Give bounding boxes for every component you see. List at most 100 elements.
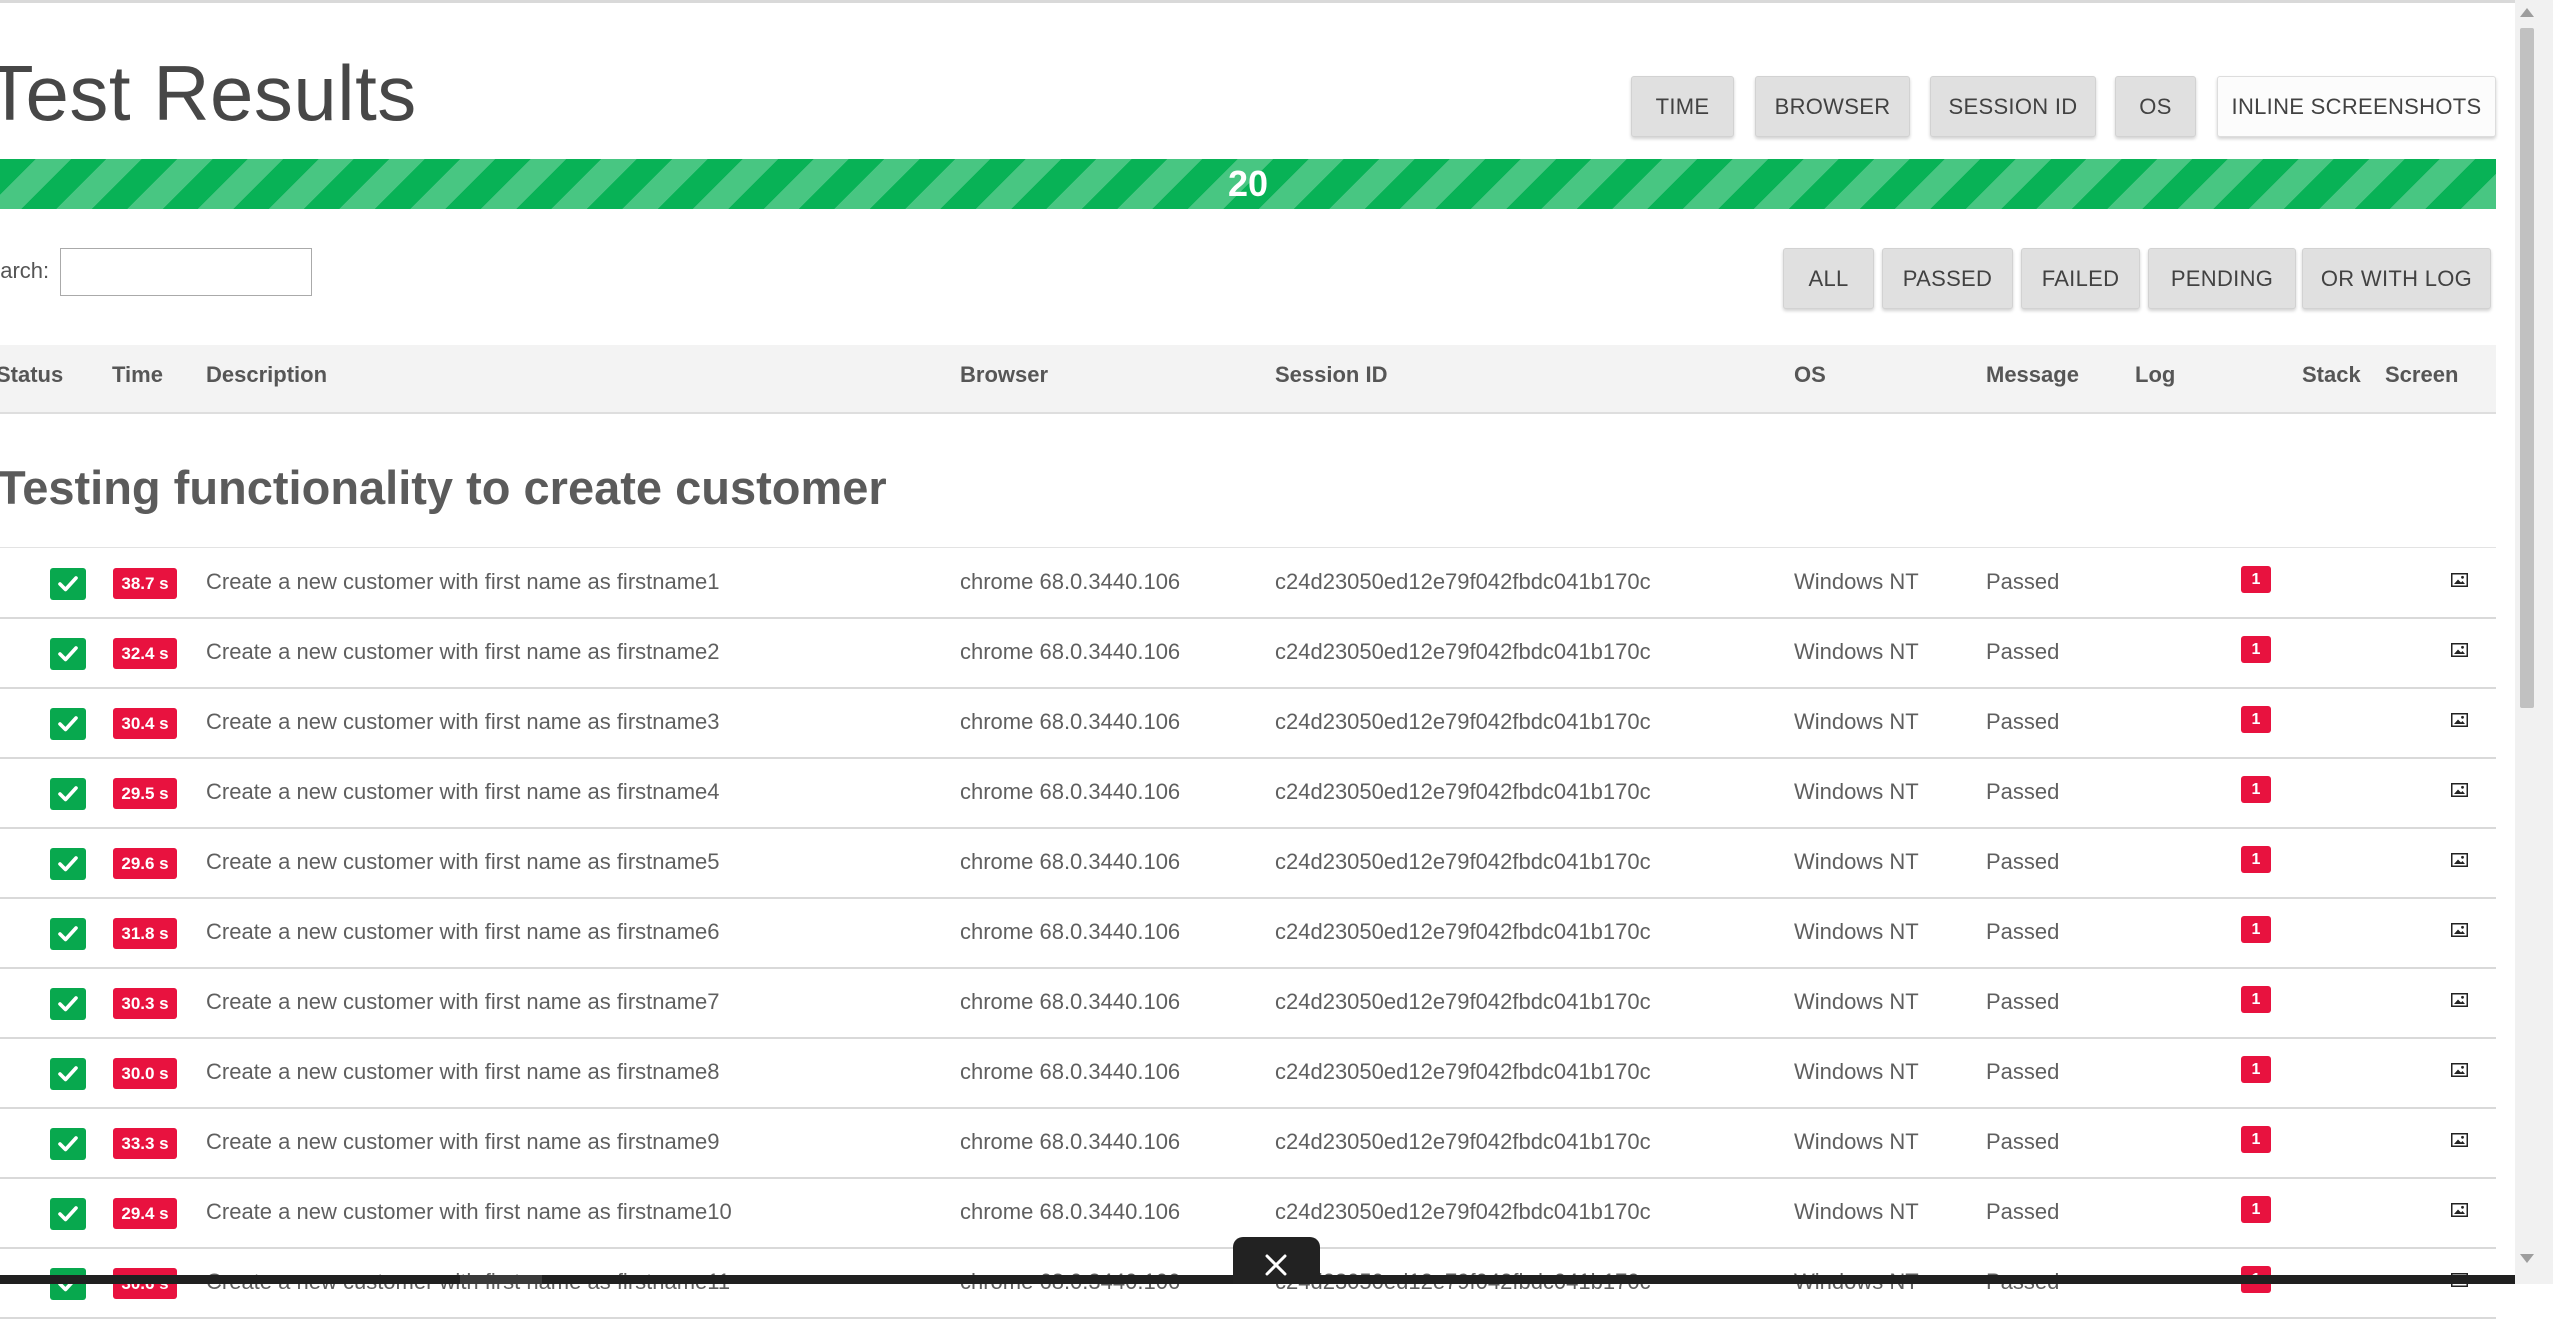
test-description: Create a new customer with first name as… (206, 1129, 720, 1154)
table-row[interactable]: 31.8 s Create a new customer with first n… (0, 899, 2496, 969)
log-count-badge[interactable]: 1 (2241, 636, 2271, 663)
column-description[interactable]: Description (206, 362, 327, 388)
test-description: Create a new customer with first name as… (206, 569, 720, 594)
log-count-badge[interactable]: 1 (2241, 986, 2271, 1013)
column-time[interactable]: Time (112, 362, 163, 388)
search-label: earch: (0, 258, 50, 283)
column-log[interactable]: Log (2135, 362, 2175, 388)
filter-pending-button[interactable]: PENDING (2148, 248, 2296, 309)
log-count-badge[interactable]: 1 (2241, 916, 2271, 943)
image-icon[interactable] (2451, 783, 2468, 797)
browser-cell: chrome 68.0.3440.106 (960, 639, 1181, 664)
table-row[interactable]: 30.0 s Create a new customer with first n… (0, 1039, 2496, 1109)
top-border (0, 0, 2515, 3)
browser-cell: chrome 68.0.3440.106 (960, 1059, 1181, 1084)
log-count-badge[interactable]: 1 (2241, 776, 2271, 803)
table-row[interactable]: 29.6 s Create a new customer with first n… (0, 829, 2496, 899)
image-icon[interactable] (2451, 573, 2468, 587)
table-row[interactable]: 30.3 s Create a new customer with first n… (0, 969, 2496, 1039)
log-count-badge[interactable]: 1 (2241, 846, 2271, 873)
message-cell: Passed (1986, 639, 2060, 664)
status-passed-badge (50, 918, 86, 950)
session-id-cell: c24d23050ed12e79f042fbdc041b170c (1275, 989, 1651, 1014)
duration-badge: 30.3 s (113, 988, 177, 1019)
bottom-bar-indicator (460, 1275, 542, 1284)
os-cell: Windows NT (1794, 709, 1919, 734)
session-id-cell: c24d23050ed12e79f042fbdc041b170c (1275, 849, 1651, 874)
check-icon (58, 786, 78, 802)
toggle-session-id-button[interactable]: SESSION ID (1930, 76, 2096, 137)
scrollbar-thumb[interactable] (2520, 28, 2534, 708)
image-icon[interactable] (2451, 1063, 2468, 1077)
check-icon (58, 1066, 78, 1082)
browser-cell: chrome 68.0.3440.106 (960, 989, 1181, 1014)
browser-cell: chrome 68.0.3440.106 (960, 709, 1181, 734)
inline-screenshots-button[interactable]: INLINE SCREENSHOTS (2217, 76, 2496, 137)
scroll-up-icon[interactable] (2520, 8, 2534, 17)
image-icon[interactable] (2451, 853, 2468, 867)
column-message[interactable]: Message (1986, 362, 2079, 388)
column-os[interactable]: OS (1794, 362, 1826, 388)
duration-badge: 29.5 s (113, 778, 177, 809)
session-id-cell: c24d23050ed12e79f042fbdc041b170c (1275, 709, 1651, 734)
filter-or-with-log-button[interactable]: OR WITH LOG (2302, 248, 2491, 309)
search-input[interactable] (60, 248, 312, 296)
status-passed-badge (50, 778, 86, 810)
column-screen[interactable]: Screen (2385, 362, 2458, 388)
message-cell: Passed (1986, 1129, 2060, 1154)
image-icon[interactable] (2451, 643, 2468, 657)
status-passed-badge (50, 1198, 86, 1230)
filter-passed-button[interactable]: PASSED (1882, 248, 2013, 309)
column-browser[interactable]: Browser (960, 362, 1048, 388)
session-id-cell: c24d23050ed12e79f042fbdc041b170c (1275, 1059, 1651, 1084)
scroll-down-icon[interactable] (2520, 1254, 2534, 1263)
log-count-badge[interactable]: 1 (2241, 1056, 2271, 1083)
column-session-id[interactable]: Session ID (1275, 362, 1387, 388)
image-icon[interactable] (2451, 1133, 2468, 1147)
progress-bar: 20 (0, 159, 2496, 209)
status-passed-badge (50, 1128, 86, 1160)
filter-all-button[interactable]: ALL (1783, 248, 1874, 309)
image-icon[interactable] (2451, 1203, 2468, 1217)
table-row[interactable]: 29.5 s Create a new customer with first n… (0, 759, 2496, 829)
image-icon[interactable] (2451, 993, 2468, 1007)
toggle-os-button[interactable]: OS (2115, 76, 2196, 137)
close-icon[interactable] (1262, 1251, 1290, 1279)
column-status[interactable]: Status (0, 362, 63, 388)
toggle-browser-button[interactable]: BROWSER (1755, 76, 1910, 137)
table-row[interactable]: 30.4 s Create a new customer with first n… (0, 689, 2496, 759)
table-row[interactable]: 38.7 s Create a new customer with first n… (0, 549, 2496, 619)
os-cell: Windows NT (1794, 849, 1919, 874)
filter-failed-button[interactable]: FAILED (2021, 248, 2140, 309)
os-cell: Windows NT (1794, 989, 1919, 1014)
check-icon (58, 996, 78, 1012)
browser-cell: chrome 68.0.3440.106 (960, 569, 1181, 594)
table-row[interactable]: 32.4 s Create a new customer with first n… (0, 619, 2496, 689)
duration-badge: 30.0 s (113, 1058, 177, 1089)
close-panel-button[interactable] (1233, 1237, 1320, 1284)
log-count-badge[interactable]: 1 (2241, 706, 2271, 733)
toggle-time-button[interactable]: TIME (1631, 76, 1734, 137)
check-icon (58, 1206, 78, 1222)
image-icon[interactable] (2451, 713, 2468, 727)
progress-count: 20 (1227, 163, 1269, 204)
status-passed-badge (50, 848, 86, 880)
log-count-badge[interactable]: 1 (2241, 1126, 2271, 1153)
image-icon[interactable] (2451, 923, 2468, 937)
log-count-badge[interactable]: 1 (2241, 1196, 2271, 1223)
table-row[interactable]: 33.3 s Create a new customer with first n… (0, 1109, 2496, 1179)
os-cell: Windows NT (1794, 919, 1919, 944)
os-cell: Windows NT (1794, 1129, 1919, 1154)
session-id-cell: c24d23050ed12e79f042fbdc041b170c (1275, 919, 1651, 944)
message-cell: Passed (1986, 849, 2060, 874)
column-stack[interactable]: Stack (2302, 362, 2361, 388)
browser-cell: chrome 68.0.3440.106 (960, 919, 1181, 944)
message-cell: Passed (1986, 569, 2060, 594)
page-title: Test Results (0, 49, 417, 137)
check-icon (58, 716, 78, 732)
session-id-cell: c24d23050ed12e79f042fbdc041b170c (1275, 1199, 1651, 1224)
os-cell: Windows NT (1794, 569, 1919, 594)
check-icon (58, 1136, 78, 1152)
log-count-badge[interactable]: 1 (2241, 566, 2271, 593)
browser-cell: chrome 68.0.3440.106 (960, 779, 1181, 804)
